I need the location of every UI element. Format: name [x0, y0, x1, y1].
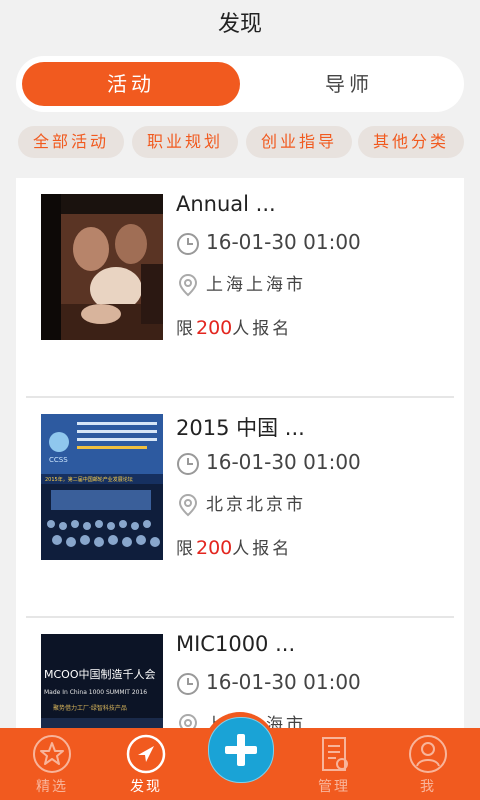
thumb-brand-text: MCOO中国制造千人会 [44, 667, 156, 681]
event-time: 16-01-30 01:00 [206, 230, 361, 254]
segment-control: 活动 导师 [16, 56, 464, 112]
filter-startup-guidance[interactable]: 创业指导 [246, 126, 352, 158]
list-item[interactable]: Annual ... 16-01-30 01:00 上海上海市 限200人报名 [16, 178, 464, 398]
tab-mentors[interactable]: 导师 [240, 62, 458, 106]
thumb-slogan-text: 聚势借力工厂·绿智科技产品 [53, 704, 127, 712]
event-title: Annual ... [176, 192, 276, 216]
document-icon [322, 737, 348, 771]
event-title: 2015 中国 ... [176, 416, 305, 440]
event-time-row: 16-01-30 01:00 [176, 450, 361, 476]
tab-me[interactable]: 我 [380, 728, 476, 800]
page-title: 发现 [217, 12, 262, 37]
thumb-logo-text: CCSS [49, 456, 68, 464]
filter-chips: 全部活动 职业规划 创业指导 其他分类 [18, 126, 468, 158]
tab-activities[interactable]: 活动 [22, 62, 240, 106]
event-location: 北京北京市 [206, 495, 306, 515]
compass-icon [126, 734, 166, 774]
limit-suffix: 人报名 [232, 539, 293, 559]
thumb-subtitle-text: Made In China 1000 SUMMIT 2016 [44, 689, 147, 696]
tab-label: 管理 [318, 779, 350, 795]
tab-featured[interactable]: 精选 [4, 728, 100, 800]
event-limit: 限200人报名 [176, 534, 292, 559]
clock-icon [177, 672, 199, 695]
thumb-banner-text: 2015年，第二届中国邮轮产业发展论坛 [45, 476, 133, 483]
plus-icon [225, 734, 257, 766]
event-location-row: 北京北京市 [176, 490, 306, 517]
event-time: 16-01-30 01:00 [206, 670, 361, 694]
limit-number: 200 [196, 317, 233, 339]
tab-label: 我 [420, 779, 436, 795]
event-time-row: 16-01-30 01:00 [176, 230, 361, 256]
limit-prefix: 限 [176, 319, 196, 339]
tab-label: 发现 [130, 779, 162, 795]
clock-icon [177, 452, 199, 475]
tab-label: 精选 [36, 779, 68, 795]
location-pin-icon [178, 493, 198, 517]
event-location-row: 上海上海市 [176, 270, 306, 297]
event-title: MIC1000 ... [176, 632, 296, 656]
add-button-inner [208, 717, 274, 783]
filter-all-activities[interactable]: 全部活动 [18, 126, 124, 158]
star-icon [33, 735, 71, 773]
tab-discover[interactable]: 发现 [98, 728, 194, 800]
event-time-row: 16-01-30 01:00 [176, 670, 361, 696]
event-thumbnail [41, 194, 163, 340]
filter-career-planning[interactable]: 职业规划 [132, 126, 238, 158]
event-time: 16-01-30 01:00 [206, 450, 361, 474]
limit-number: 200 [196, 537, 233, 559]
filter-other[interactable]: 其他分类 [358, 126, 464, 158]
list-item[interactable]: CCSS 2015年，第二届中国邮轮产业发展论坛 2015 中国 ... 16-… [16, 398, 464, 618]
event-thumbnail: CCSS 2015年，第二届中国邮轮产业发展论坛 [41, 414, 163, 560]
event-thumbnail: MCOO中国制造千人会 Made In China 1000 SUMMIT 20… [41, 634, 163, 738]
event-limit: 限200人报名 [176, 314, 292, 339]
event-location: 上海上海市 [206, 275, 306, 295]
add-button[interactable] [203, 712, 277, 786]
limit-prefix: 限 [176, 539, 196, 559]
limit-suffix: 人报名 [232, 319, 293, 339]
clock-icon [177, 232, 199, 255]
user-icon [409, 735, 447, 773]
location-pin-icon [178, 273, 198, 297]
tab-manage[interactable]: 管理 [286, 728, 382, 800]
event-list: Annual ... 16-01-30 01:00 上海上海市 限200人报名 … [16, 178, 464, 738]
